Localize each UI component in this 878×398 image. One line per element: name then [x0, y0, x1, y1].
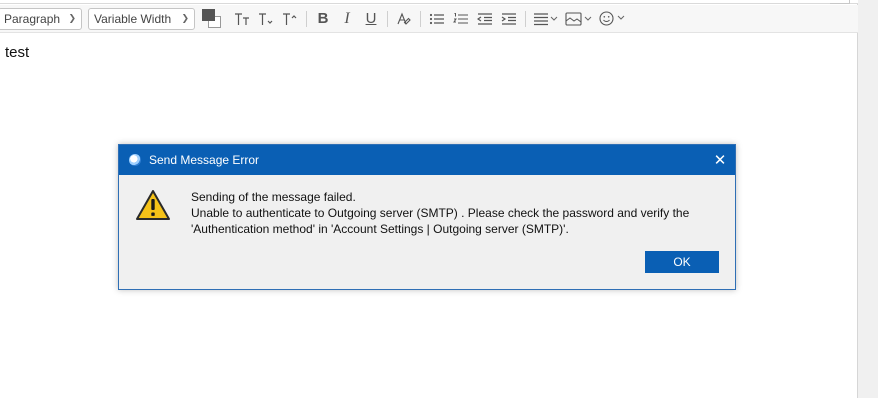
error-line-2: Unable to authenticate to Outgoing serve…: [191, 206, 690, 220]
font-select-label: Variable Width: [94, 11, 172, 26]
window-top-edge: [0, 0, 858, 4]
indent-icon[interactable]: [500, 8, 518, 30]
paragraph-format-label: Paragraph: [4, 11, 61, 26]
bulleted-list-icon[interactable]: [428, 8, 446, 30]
chevron-down-icon: ❯: [181, 13, 189, 23]
toolbar-separator: [306, 10, 307, 27]
window-background: [858, 0, 878, 398]
toolbar-separator: [525, 10, 526, 27]
format-toolbar: Paragraph ❯ Variable Width ❯ B I U: [0, 5, 858, 33]
font-select[interactable]: Variable Width ❯: [88, 7, 195, 30]
toolbar-separator: [387, 10, 388, 27]
error-message: Sending of the message failed. Unable to…: [191, 189, 689, 237]
bold-icon[interactable]: B: [314, 8, 332, 30]
warning-icon: [136, 190, 170, 220]
align-icon[interactable]: [533, 8, 559, 30]
outdent-icon[interactable]: [476, 8, 494, 30]
dialog-titlebar: Send Message Error ✕: [119, 145, 735, 175]
insert-icon[interactable]: [565, 8, 593, 30]
underline-icon[interactable]: U: [362, 8, 380, 30]
normal-text-icon[interactable]: [257, 8, 275, 30]
app-logo-icon: [129, 154, 141, 166]
toolbar-separator: [420, 10, 421, 27]
dialog-title: Send Message Error: [149, 153, 260, 167]
smaller-text-icon[interactable]: [233, 8, 251, 30]
text-style-icon[interactable]: [395, 8, 413, 30]
larger-text-icon[interactable]: [281, 8, 299, 30]
message-body-text[interactable]: test: [5, 44, 29, 61]
error-line-1: Sending of the message failed.: [191, 190, 356, 204]
ok-button[interactable]: OK: [645, 251, 719, 273]
error-line-3: 'Authentication method' in 'Account Sett…: [191, 222, 569, 236]
italic-icon[interactable]: I: [338, 8, 356, 30]
paragraph-format-select[interactable]: Paragraph ❯: [0, 7, 82, 30]
send-message-error-dialog: Send Message Error ✕ Sending of the mess…: [118, 144, 736, 290]
close-icon[interactable]: ✕: [705, 145, 735, 175]
emoji-icon[interactable]: [599, 8, 627, 30]
numbered-list-icon[interactable]: [452, 8, 470, 30]
dialog-body: Sending of the message failed. Unable to…: [119, 175, 735, 289]
text-color-icon[interactable]: [201, 8, 223, 30]
chevron-down-icon: ❯: [68, 13, 76, 23]
